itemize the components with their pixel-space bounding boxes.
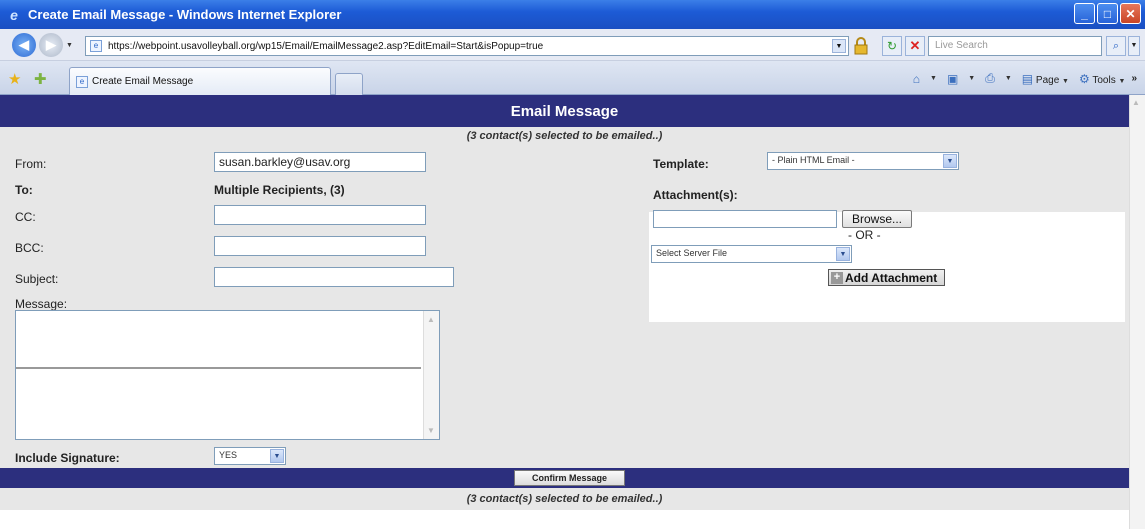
window-title: Create Email Message - Windows Internet … — [28, 7, 342, 22]
attachments-label: Attachment(s): — [653, 188, 738, 202]
signature-label: Include Signature: — [15, 451, 120, 465]
stop-icon: ✕ — [909, 38, 921, 53]
address-url[interactable]: https://webpoint.usavolleyball.org/wp15/… — [108, 41, 543, 52]
home-icon[interactable]: ⌂ — [913, 72, 920, 86]
add-attachment-button[interactable]: + Add Attachment — [828, 269, 945, 286]
browse-button[interactable]: Browse... — [842, 210, 912, 228]
forward-arrow-icon: ▶ — [46, 37, 56, 52]
email-form: (3 contact(s) selected to be emailed..) … — [0, 127, 1129, 468]
more-toolbar-icon[interactable]: » — [1131, 73, 1137, 84]
page-menu-label: Page — [1035, 74, 1060, 86]
page-icon: e — [90, 40, 102, 52]
page-menu-icon: ▤ — [1021, 71, 1034, 86]
address-bar[interactable]: e https://webpoint.usavolleyball.org/wp1… — [85, 36, 849, 56]
search-button[interactable]: ⌕ — [1106, 36, 1126, 56]
gear-icon: ⚙ — [1078, 71, 1090, 86]
search-input[interactable]: Live Search — [928, 36, 1102, 56]
tab-create-email-message[interactable]: e Create Email Message — [69, 67, 331, 95]
template-label: Template: — [653, 157, 709, 171]
scroll-down-icon[interactable]: ▼ — [427, 426, 435, 435]
history-dropdown-icon[interactable]: ▼ — [66, 42, 73, 49]
page-menu[interactable]: ▤ Page ▼ — [1022, 72, 1069, 86]
add-attachment-label: Add Attachment — [845, 270, 938, 285]
footer-bar: Confirm Message — [0, 468, 1129, 488]
scroll-up-icon[interactable]: ▲ — [1132, 98, 1140, 107]
refresh-icon: ↻ — [886, 39, 898, 53]
signature-value: YES — [219, 450, 238, 460]
minimize-button[interactable]: _ — [1074, 3, 1095, 24]
cc-label: CC: — [15, 210, 36, 224]
search-options-button[interactable]: ▼ — [1128, 36, 1140, 56]
page-title: Email Message — [0, 95, 1129, 127]
attachment-file-input[interactable] — [653, 210, 837, 228]
bcc-label: BCC: — [15, 241, 44, 255]
editor-divider — [16, 367, 421, 369]
to-value: Multiple Recipients, (3) — [214, 183, 345, 197]
plus-icon: + — [831, 271, 843, 284]
stop-button[interactable]: ✕ — [905, 36, 925, 56]
scroll-up-icon[interactable]: ▲ — [427, 315, 435, 324]
bcc-field[interactable] — [214, 236, 426, 256]
tab-page-icon: e — [76, 76, 88, 88]
from-label: From: — [15, 157, 47, 171]
tabs-toolbar: ★ ✚ e Create Email Message ⌂ ▼ ▣ ▼ ⎙ ▼ ▤ Pa… — [0, 61, 1145, 95]
subject-label: Subject: — [15, 272, 59, 286]
attachments-panel — [649, 212, 1125, 322]
window-controls: _ □ ✕ — [1074, 3, 1141, 24]
maximize-button[interactable]: □ — [1097, 3, 1118, 24]
server-file-select[interactable]: Select Server File ▼ — [651, 245, 852, 263]
refresh-button[interactable]: ↻ — [882, 36, 902, 56]
cc-field[interactable] — [214, 205, 426, 225]
chevron-down-icon: ▼ — [270, 449, 284, 463]
contacts-notice-bottom: (3 contact(s) selected to be emailed..) — [0, 488, 1129, 510]
search-icon: ⌕ — [1112, 40, 1120, 52]
address-toolbar: ◀ ▶ ▼ e https://webpoint.usavolleyball.o… — [0, 29, 1145, 61]
print-icon[interactable]: ⎙ — [985, 71, 995, 86]
signature-select[interactable]: YES ▼ — [214, 447, 286, 465]
confirm-message-button[interactable]: Confirm Message — [514, 470, 625, 486]
new-tab-button[interactable] — [335, 73, 363, 95]
message-label: Message: — [15, 297, 68, 311]
message-scrollbar[interactable]: ▲ ▼ — [423, 311, 439, 439]
chevron-down-icon: ▼ — [836, 247, 850, 261]
feeds-icon[interactable]: ▣ — [947, 72, 958, 86]
address-dropdown-icon[interactable]: ▼ — [832, 39, 846, 53]
page-scrollbar[interactable]: ▲ — [1129, 95, 1145, 529]
chevron-down-icon: ▼ — [943, 154, 957, 168]
from-field[interactable] — [214, 152, 426, 172]
close-button[interactable]: ✕ — [1120, 3, 1141, 24]
template-value: - Plain HTML Email - — [772, 155, 855, 165]
favorites-star-icon[interactable]: ★ — [8, 70, 21, 88]
add-favorites-icon[interactable]: ✚ — [34, 70, 47, 88]
to-label: To: — [15, 183, 33, 197]
window-titlebar: e Create Email Message - Windows Interne… — [0, 0, 1145, 29]
ie-logo-icon: e — [10, 6, 18, 23]
server-file-value: Select Server File — [656, 248, 728, 258]
tools-menu[interactable]: ⚙ Tools ▼ — [1079, 72, 1125, 86]
back-button[interactable]: ◀ — [12, 33, 36, 57]
subject-field[interactable] — [214, 267, 454, 287]
tools-menu-label: Tools — [1092, 74, 1116, 86]
back-arrow-icon: ◀ — [19, 37, 29, 52]
lock-icon[interactable] — [853, 37, 869, 55]
or-separator: - OR - — [848, 228, 881, 242]
contacts-notice-top: (3 contact(s) selected to be emailed..) — [466, 130, 663, 142]
page-content: Email Message ▲ (3 contact(s) selected t… — [0, 95, 1145, 529]
command-bar: ⌂ ▼ ▣ ▼ ⎙ ▼ ▤ Page ▼ ⚙ Tools ▼ » — [912, 71, 1137, 86]
template-select[interactable]: - Plain HTML Email - ▼ — [767, 152, 959, 170]
tab-label: Create Email Message — [92, 76, 194, 87]
forward-button[interactable]: ▶ — [39, 33, 63, 57]
message-textarea[interactable]: ▲ ▼ — [15, 310, 440, 440]
